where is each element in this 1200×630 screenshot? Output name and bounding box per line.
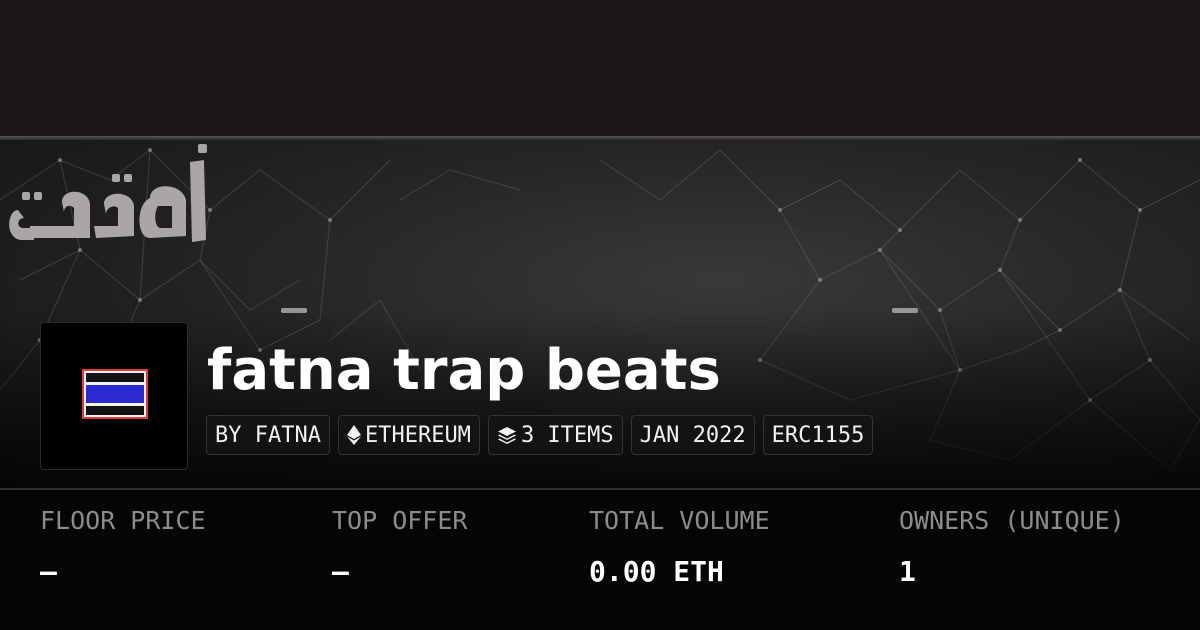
date-label: JAN 2022 <box>639 422 746 448</box>
stat-top-offer: TOP OFFER — <box>332 503 467 590</box>
stat-owners: OWNERS (UNIQUE) 1 <box>899 503 1125 590</box>
top-offer-label: TOP OFFER <box>332 506 468 535</box>
ethereum-icon <box>346 425 361 445</box>
creator-tag[interactable]: BY FATNA <box>206 415 330 455</box>
collection-title: fatna trap beats <box>207 338 721 403</box>
stat-total-volume: TOTAL VOLUME 0.00 ETH <box>589 503 770 590</box>
floor-price-value: — <box>40 555 57 588</box>
owners-label: OWNERS (UNIQUE) <box>899 506 1125 535</box>
stat-floor-price: FLOOR PRICE — <box>40 503 206 590</box>
owners-value: 1 <box>899 555 916 588</box>
total-volume-label: TOTAL VOLUME <box>589 506 770 535</box>
total-volume-value: 0.00 ETH <box>589 555 724 588</box>
top-offer-value: — <box>332 555 349 588</box>
chain-tag[interactable]: ETHEREUM <box>337 415 480 455</box>
collection-avatar[interactable] <box>40 322 188 470</box>
layers-icon <box>497 427 516 444</box>
collection-tags: BY FATNA ETHEREUM 3 ITEMS JAN 2022 ERC11… <box>206 415 874 455</box>
standard-tag: ERC1155 <box>762 415 874 455</box>
date-tag: JAN 2022 <box>630 415 755 455</box>
standard-label: ERC1155 <box>771 422 865 448</box>
floor-price-label: FLOOR PRICE <box>40 506 206 535</box>
parental-advisory-logo <box>82 369 148 419</box>
items-label: 3 ITEMS <box>520 422 614 448</box>
chain-label: ETHEREUM <box>364 422 471 448</box>
items-tag[interactable]: 3 ITEMS <box>487 415 623 455</box>
top-bar <box>0 0 1200 138</box>
banner-calligraphy <box>9 144 207 242</box>
collection-card: fatna trap beats BY FATNA ETHEREUM 3 ITE… <box>0 0 1200 630</box>
creator-label: BY FATNA <box>215 422 321 448</box>
